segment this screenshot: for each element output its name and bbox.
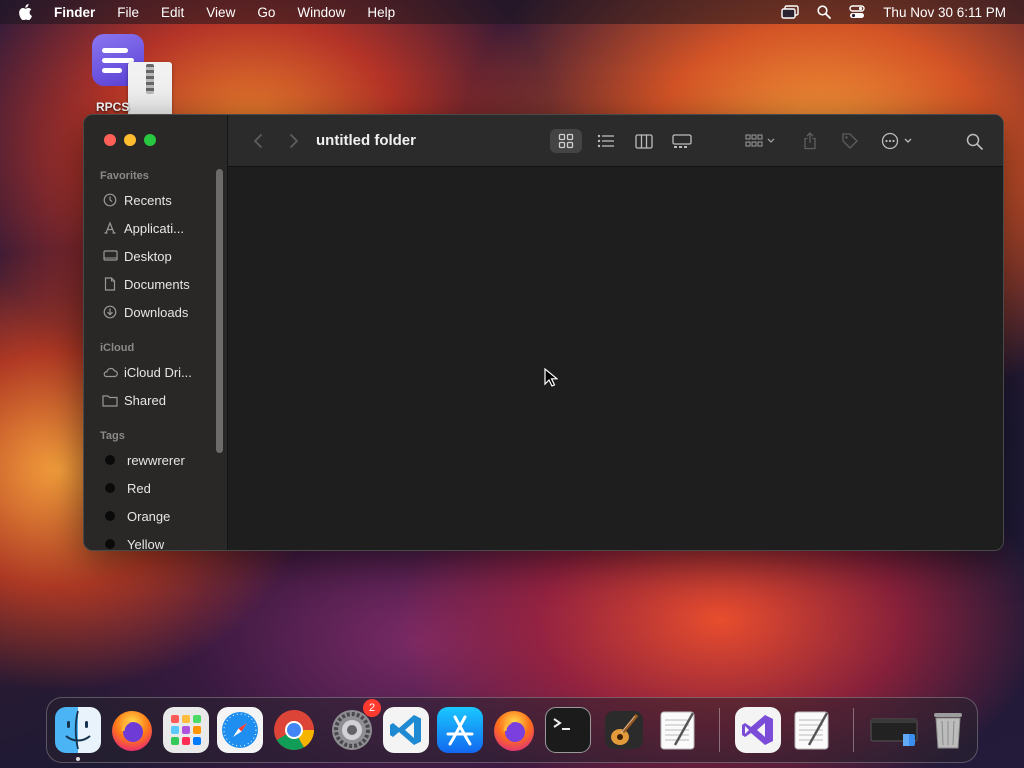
- spotlight-search-icon[interactable]: [817, 5, 832, 19]
- tag-color-dot: [105, 455, 115, 465]
- dock: 2: [46, 697, 978, 763]
- tag-color-dot: [105, 483, 115, 493]
- garageband-dock-icon[interactable]: [601, 707, 647, 753]
- tag-icon[interactable]: [838, 129, 862, 153]
- sidebar-item-label: Downloads: [124, 304, 189, 320]
- clock-icon: [102, 192, 118, 208]
- window-title: untitled folder: [316, 132, 416, 149]
- shared-folder-icon: [102, 392, 118, 408]
- menu-go[interactable]: Go: [257, 5, 275, 20]
- icon-view-button[interactable]: [550, 129, 582, 153]
- terminal-dock-icon[interactable]: [545, 707, 591, 753]
- sidebar-tag-orange[interactable]: Orange: [102, 505, 212, 527]
- finder-running-indicator: [76, 757, 80, 761]
- screen-mirroring-icon[interactable]: [781, 5, 799, 19]
- tag-color-dot: [105, 539, 115, 549]
- chrome-dock-icon[interactable]: [271, 707, 317, 753]
- firefox-dock-icon[interactable]: [109, 707, 155, 753]
- safari-dock-icon[interactable]: [217, 707, 263, 753]
- window-controls: [104, 134, 156, 146]
- sidebar-item-label: Yellow: [127, 536, 165, 551]
- menu-app-finder[interactable]: Finder: [54, 5, 95, 20]
- sidebar-tag-red[interactable]: Red: [102, 477, 212, 499]
- dock-separator: [853, 708, 854, 752]
- desktop-item-rpcs[interactable]: RPCS: [88, 34, 178, 118]
- visual-studio-dock-icon[interactable]: [735, 707, 781, 753]
- mouse-pointer-icon: [544, 368, 558, 387]
- finder-sidebar: Favorites Recents Applicati... Desktop D…: [84, 115, 228, 550]
- sidebar-item-applications[interactable]: Applicati...: [102, 217, 212, 239]
- dock-separator: [719, 708, 720, 752]
- sidebar-header-tags: Tags: [100, 430, 125, 442]
- sidebar-item-label: Orange: [127, 508, 171, 524]
- more-actions-button[interactable]: [878, 129, 918, 153]
- control-center-icon[interactable]: [849, 5, 865, 19]
- minimize-window-button[interactable]: [124, 134, 136, 146]
- vscode-dock-icon[interactable]: [383, 707, 429, 753]
- document-icon: [102, 276, 118, 292]
- sidebar-item-label: Recents: [124, 192, 172, 208]
- sidebar-item-label: Desktop: [124, 248, 172, 264]
- finder-toolbar: untitled folder: [228, 115, 1003, 167]
- tag-color-dot: [105, 511, 115, 521]
- group-by-button[interactable]: [740, 129, 780, 153]
- sidebar-item-label: iCloud Dri...: [124, 364, 192, 380]
- desktop-item-label: RPCS: [96, 100, 130, 114]
- finder-main: untitled folder: [228, 115, 1003, 550]
- sidebar-item-recents[interactable]: Recents: [102, 189, 212, 211]
- finder-window: Favorites Recents Applicati... Desktop D…: [83, 114, 1004, 551]
- cloud-icon: [102, 364, 118, 380]
- menu-edit[interactable]: Edit: [161, 5, 184, 20]
- download-icon: [102, 304, 118, 320]
- forward-button[interactable]: [284, 129, 304, 153]
- sidebar-header-icloud: iCloud: [100, 342, 135, 354]
- zip-archive-icon: [128, 62, 172, 118]
- folder-content-area[interactable]: [228, 168, 1003, 550]
- sidebar-item-label: Shared: [124, 392, 166, 408]
- sidebar-item-shared[interactable]: Shared: [102, 389, 212, 411]
- sidebar-header-favorites: Favorites: [100, 170, 149, 182]
- zoom-window-button[interactable]: [144, 134, 156, 146]
- launchpad-dock-icon[interactable]: [163, 707, 209, 753]
- trash-dock-icon[interactable]: [925, 707, 971, 753]
- search-icon[interactable]: [962, 129, 986, 153]
- sidebar-item-label: rewwrerer: [127, 452, 185, 468]
- menu-help[interactable]: Help: [367, 5, 395, 20]
- notification-badge: 2: [363, 699, 381, 717]
- sidebar-tag-rewwrerer[interactable]: rewwrerer: [102, 449, 212, 471]
- sidebar-item-documents[interactable]: Documents: [102, 273, 212, 295]
- desktop-icon: [102, 248, 118, 264]
- system-settings-dock-icon[interactable]: 2: [329, 699, 381, 753]
- menu-bar: Finder File Edit View Go Window Help Thu…: [0, 0, 1024, 24]
- menubar-clock[interactable]: Thu Nov 30 6:11 PM: [883, 5, 1006, 20]
- finder-dock-icon[interactable]: [55, 707, 101, 753]
- apple-menu-icon[interactable]: [18, 4, 36, 20]
- menu-file[interactable]: File: [117, 5, 139, 20]
- back-button[interactable]: [248, 129, 268, 153]
- sidebar-item-label: Documents: [124, 276, 190, 292]
- sidebar-scrollbar[interactable]: [216, 169, 223, 453]
- close-window-button[interactable]: [104, 134, 116, 146]
- sidebar-item-downloads[interactable]: Downloads: [102, 301, 212, 323]
- sidebar-item-label: Applicati...: [124, 220, 184, 236]
- sidebar-tag-yellow[interactable]: Yellow: [102, 533, 212, 551]
- gallery-view-button[interactable]: [666, 129, 698, 153]
- applications-icon: [102, 220, 118, 236]
- textedit-dock-icon[interactable]: [655, 707, 701, 753]
- sidebar-item-desktop[interactable]: Desktop: [102, 245, 212, 267]
- firefox-developer-dock-icon[interactable]: [491, 707, 537, 753]
- column-view-button[interactable]: [628, 129, 660, 153]
- textedit-document-dock-icon[interactable]: [789, 707, 835, 753]
- sidebar-item-icloud-drive[interactable]: iCloud Dri...: [102, 361, 212, 383]
- share-icon[interactable]: [798, 129, 822, 153]
- menu-view[interactable]: View: [206, 5, 235, 20]
- minimized-window-dock-icon[interactable]: [869, 707, 918, 753]
- sidebar-item-label: Red: [127, 480, 151, 496]
- menu-window[interactable]: Window: [297, 5, 345, 20]
- app-store-dock-icon[interactable]: [437, 707, 483, 753]
- list-view-button[interactable]: [590, 129, 622, 153]
